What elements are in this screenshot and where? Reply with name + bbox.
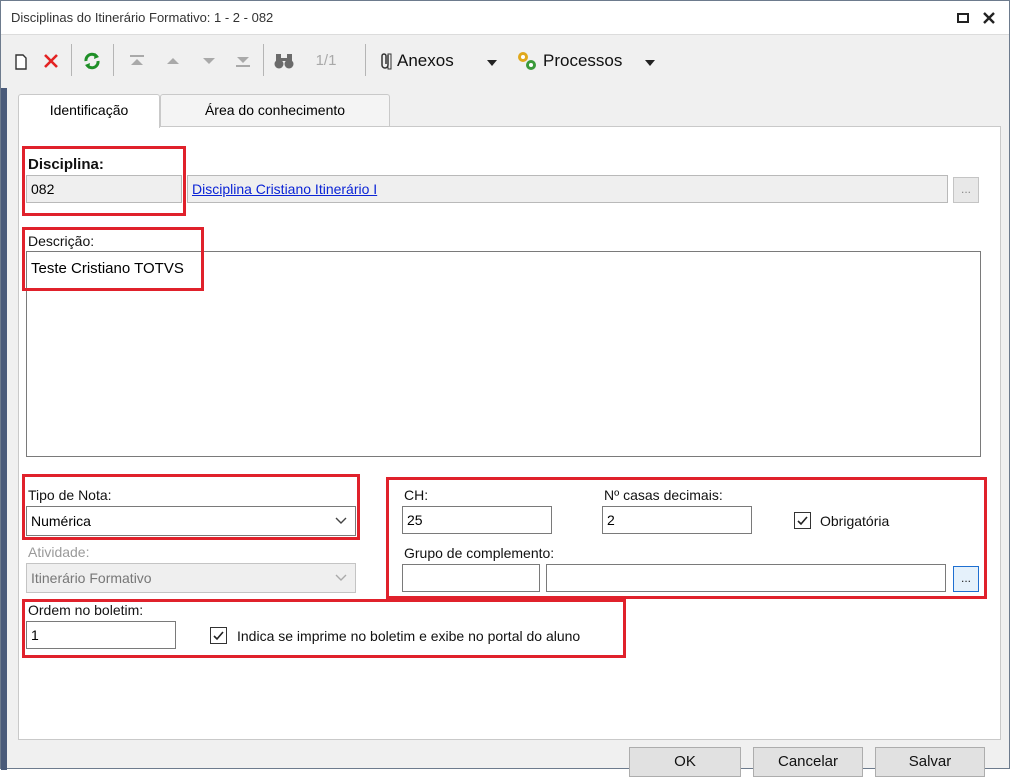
close-icon[interactable]: [979, 7, 999, 29]
delete-icon[interactable]: [39, 48, 63, 74]
cancel-button[interactable]: Cancelar: [753, 747, 863, 777]
descricao-textarea[interactable]: Teste Cristiano TOTVS: [26, 251, 981, 457]
chevron-down-icon[interactable]: [643, 48, 657, 74]
tab-identificacao[interactable]: Identificação: [18, 94, 160, 128]
tipo-nota-label: Tipo de Nota:: [28, 487, 112, 503]
toolbar-separator: [113, 44, 114, 76]
attachments-menu[interactable]: Anexos: [397, 48, 477, 74]
tab-label: Identificação: [49, 102, 129, 118]
ch-input[interactable]: 25: [402, 506, 552, 534]
grupo-complemento-name-input[interactable]: [546, 564, 946, 592]
last-record-icon[interactable]: [231, 48, 255, 74]
toolbar-separator: [263, 44, 264, 76]
toolbar: 1/1 Anexos Processos: [1, 36, 1009, 88]
disciplina-name-link[interactable]: Disciplina Cristiano Itinerário I: [187, 175, 948, 203]
grupo-complemento-lookup-button[interactable]: ...: [953, 566, 979, 592]
toolbar-separator: [365, 44, 366, 76]
obrigatoria-checkbox[interactable]: [794, 512, 811, 529]
atividade-label: Atividade:: [28, 544, 90, 560]
check-icon: [213, 631, 224, 641]
new-document-icon[interactable]: [9, 48, 33, 74]
save-button[interactable]: Salvar: [875, 747, 985, 777]
grupo-complemento-label: Grupo de complemento:: [404, 545, 555, 561]
toolbar-separator: [71, 44, 72, 76]
descricao-label: Descrição:: [28, 233, 95, 249]
chevron-down-icon: [335, 564, 347, 582]
tipo-nota-select[interactable]: Numérica: [26, 506, 356, 536]
title-bar: Disciplinas do Itinerário Formativo: 1 -…: [1, 1, 1009, 35]
ok-button[interactable]: OK: [629, 747, 741, 777]
grupo-complemento-code-input[interactable]: [402, 564, 540, 592]
dialog-window: Disciplinas do Itinerário Formativo: 1 -…: [0, 0, 1010, 777]
atividade-select: Itinerário Formativo: [26, 563, 356, 593]
processes-menu[interactable]: Processos: [543, 48, 639, 74]
ch-label: CH:: [404, 487, 429, 503]
refresh-icon[interactable]: [79, 48, 105, 74]
atividade-value: Itinerário Formativo: [31, 570, 152, 586]
ordem-boletim-input[interactable]: 1: [26, 621, 176, 649]
paperclip-icon: [375, 48, 397, 74]
check-icon: [797, 516, 808, 526]
restore-icon[interactable]: [953, 7, 973, 29]
left-window-edge: [1, 88, 7, 770]
chevron-down-icon: [335, 507, 347, 525]
disciplina-lookup-button[interactable]: ...: [953, 177, 979, 203]
disciplina-label: Disciplina:: [28, 156, 104, 173]
disciplina-code-field[interactable]: 082: [26, 175, 182, 203]
tab-label: Área do conhecimento: [204, 102, 346, 118]
casas-decimais-label: Nº casas decimais:: [604, 487, 723, 503]
ordem-boletim-label: Ordem no boletim:: [28, 602, 144, 618]
gears-icon: [513, 48, 541, 74]
obrigatoria-label: Obrigatória: [820, 513, 890, 529]
imprime-boletim-checkbox[interactable]: [210, 627, 227, 644]
window-title: Disciplinas do Itinerário Formativo: 1 -…: [11, 10, 274, 25]
tab-area-conhecimento[interactable]: Área do conhecimento: [160, 94, 390, 126]
record-counter: 1/1: [315, 52, 337, 69]
previous-record-icon[interactable]: [161, 48, 185, 74]
casas-decimais-input[interactable]: 2: [602, 506, 752, 534]
binoculars-icon[interactable]: [271, 48, 297, 74]
first-record-icon[interactable]: [125, 48, 149, 74]
chevron-down-icon[interactable]: [485, 48, 499, 74]
tipo-nota-value: Numérica: [31, 513, 91, 529]
imprime-boletim-label: Indica se imprime no boletim e exibe no …: [237, 628, 581, 644]
next-record-icon[interactable]: [197, 48, 221, 74]
